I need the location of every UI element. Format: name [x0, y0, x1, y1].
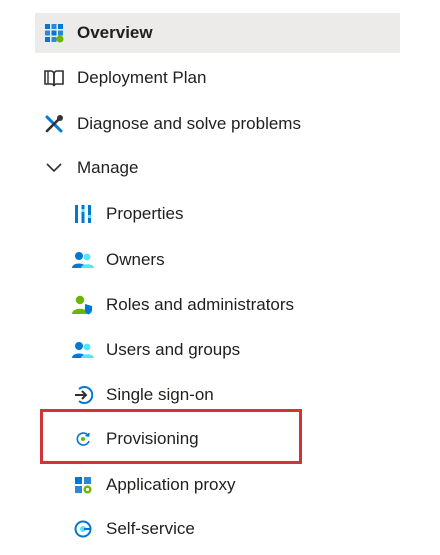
sign-in-arrow-icon: [72, 384, 94, 406]
overview-grid-icon: [43, 22, 65, 44]
nav-item-label: Owners: [106, 250, 165, 269]
nav-group-manage[interactable]: Manage: [35, 148, 400, 188]
nav-item-label: Deployment Plan: [77, 68, 207, 87]
chevron-down-icon: [43, 157, 65, 179]
nav-item-label: Application proxy: [106, 475, 236, 494]
app-proxy-icon: [72, 474, 94, 496]
nav-item-overview[interactable]: Overview: [35, 13, 400, 53]
nav-item-self-service[interactable]: Self-service: [60, 509, 400, 549]
nav-item-diagnose[interactable]: Diagnose and solve problems: [35, 104, 400, 144]
nav-item-roles-and-administrators[interactable]: Roles and administrators: [60, 285, 400, 325]
nav-item-label: Single sign-on: [106, 385, 214, 404]
nav-item-application-proxy[interactable]: Application proxy: [60, 465, 400, 505]
nav-item-owners[interactable]: Owners: [60, 240, 400, 280]
nav-item-label: Diagnose and solve problems: [77, 114, 301, 133]
provisioning-highlight-box: [40, 409, 302, 464]
nav-item-label: Users and groups: [106, 340, 241, 359]
properties-bars-icon: [72, 203, 94, 225]
nav-item-label: Roles and administrators: [106, 295, 295, 314]
left-nav-menu: Overview Deployment Plan Diagnose and so…: [0, 0, 440, 555]
self-service-icon: [72, 518, 94, 540]
wrench-screwdriver-icon: [43, 113, 65, 135]
nav-item-label: Overview: [77, 23, 153, 42]
nav-item-label: Self-service: [106, 519, 195, 538]
nav-item-properties[interactable]: Properties: [60, 194, 400, 234]
nav-item-label: Properties: [106, 204, 184, 223]
nav-group-label: Manage: [77, 158, 139, 177]
book-icon: [43, 67, 65, 89]
user-shield-icon: [72, 294, 94, 316]
nav-item-deployment-plan[interactable]: Deployment Plan: [35, 58, 400, 98]
users-icon: [72, 339, 94, 361]
users-icon: [72, 249, 94, 271]
nav-item-users-and-groups[interactable]: Users and groups: [60, 330, 400, 370]
